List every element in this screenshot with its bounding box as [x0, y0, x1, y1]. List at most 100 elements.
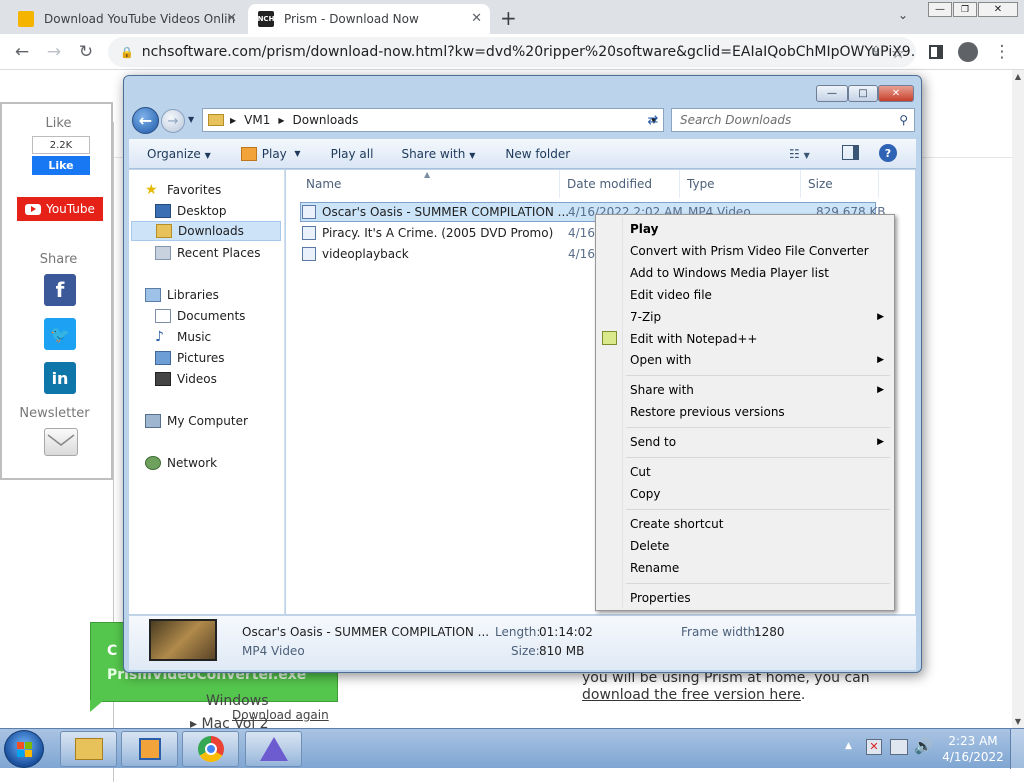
column-header-size[interactable]: Size [804, 170, 879, 198]
search-downloads-input[interactable]: Search Downloads ⚲ [671, 108, 915, 132]
back-nav-button[interactable]: ← [132, 107, 159, 134]
nav-libraries[interactable]: Libraries [145, 285, 219, 305]
newsletter-label: Newsletter [19, 406, 90, 421]
explorer-address-bar[interactable]: ▶ VM1 ▶ Downloads ▼ [202, 108, 664, 132]
back-arrow-icon[interactable]: ← [8, 38, 36, 66]
youtube-subscribe-button[interactable]: YouTube [17, 197, 103, 221]
file-name-videoplayback[interactable]: videoplayback [302, 244, 409, 264]
menu-item-edit-video[interactable]: Edit video file [630, 288, 712, 302]
nav-downloads[interactable]: Downloads [131, 221, 281, 241]
share-with-menu[interactable]: Share with ▼ [401, 147, 475, 161]
tab-prism-download[interactable]: NCH Prism - Download Now ✕ [248, 4, 490, 34]
facebook-share-icon[interactable]: f [44, 274, 76, 306]
close-tab-icon[interactable]: ✕ [226, 11, 237, 26]
clock-time[interactable]: 2:23 AM [940, 734, 1006, 748]
explorer-minimize-button[interactable]: — [816, 85, 848, 102]
menu-item-share-with[interactable]: Share with [630, 383, 694, 397]
tab-search-chevron-icon[interactable]: ⌄ [898, 8, 908, 22]
browser-toolbar: ← → ↻ 🔒 nchsoftware.com/prism/download-n… [0, 34, 1024, 70]
bookmark-star-icon[interactable]: ☆ [884, 38, 912, 66]
twitter-share-icon[interactable]: 🐦 [44, 318, 76, 350]
nav-pictures[interactable]: Pictures [155, 348, 225, 368]
nav-desktop[interactable]: Desktop [155, 201, 227, 221]
menu-item-properties[interactable]: Properties [630, 591, 691, 605]
tab-youtube-downloader[interactable]: Download YouTube Videos Onlin ✕ [8, 4, 245, 34]
share-label: Share [39, 252, 78, 267]
taskbar-chrome-button[interactable] [182, 731, 239, 767]
new-folder-button[interactable]: New folder [505, 147, 570, 161]
size-value: 810 MB [539, 644, 585, 658]
reload-icon[interactable]: ↻ [72, 38, 100, 66]
view-options-icon[interactable]: ☷ ▼ [789, 147, 810, 161]
close-tab-icon[interactable]: ✕ [471, 11, 482, 26]
play-all-button[interactable]: Play all [331, 147, 374, 161]
nav-my-computer[interactable]: My Computer [145, 411, 248, 431]
menu-item-create-shortcut[interactable]: Create shortcut [630, 517, 723, 531]
folder-icon [208, 114, 224, 126]
taskbar-explorer-button[interactable] [60, 731, 117, 767]
address-bar[interactable]: 🔒 nchsoftware.com/prism/download-now.htm… [108, 37, 916, 67]
page-scrollbar[interactable]: ▲ ▼ [1012, 70, 1024, 728]
explorer-close-button[interactable]: ✕ [878, 85, 914, 102]
menu-item-restore-versions[interactable]: Restore previous versions [630, 405, 785, 419]
clock-date[interactable]: 4/16/2022 [940, 750, 1006, 764]
menu-item-rename[interactable]: Rename [630, 561, 679, 575]
column-header-name[interactable]: Name [302, 170, 560, 198]
breadcrumb-vm1[interactable]: VM1 [244, 113, 270, 127]
refresh-icon[interactable]: ⇄ [642, 108, 664, 132]
linkedin-share-icon[interactable]: in [44, 362, 76, 394]
recent-pages-dropdown-icon[interactable]: ▼ [188, 115, 194, 124]
banner-letter: C [107, 643, 118, 659]
menu-item-convert-prism[interactable]: Convert with Prism Video File Converter [630, 244, 869, 258]
show-desktop-button[interactable] [1010, 729, 1024, 769]
nav-network[interactable]: Network [145, 453, 217, 473]
scroll-down-arrow-icon[interactable]: ▼ [1012, 717, 1024, 726]
menu-item-edit-notepad[interactable]: Edit with Notepad++ [630, 332, 757, 346]
taskbar-prism-button[interactable] [245, 731, 302, 767]
menu-item-add-wmp-list[interactable]: Add to Windows Media Player list [630, 266, 829, 280]
side-panel-icon[interactable] [922, 38, 950, 66]
taskbar-media-player-button[interactable] [121, 731, 178, 767]
nav-music[interactable]: ♪ Music [155, 327, 211, 347]
nav-videos[interactable]: Videos [155, 369, 217, 389]
volume-icon[interactable]: 🔊 [914, 737, 933, 755]
preview-pane-icon[interactable] [842, 145, 859, 160]
profile-avatar-icon[interactable] [954, 38, 982, 66]
menu-item-open-with[interactable]: Open with [630, 353, 691, 367]
maximize-button[interactable]: ❐ [953, 2, 977, 17]
mp4-file-icon [302, 226, 316, 240]
file-name-piracy[interactable]: Piracy. It's A Crime. (2005 DVD Promo) [302, 223, 553, 243]
minimize-button[interactable]: — [928, 2, 952, 17]
breadcrumb-downloads[interactable]: Downloads [293, 113, 359, 127]
forward-arrow-icon[interactable]: → [40, 38, 68, 66]
newsletter-envelope-icon[interactable] [44, 428, 78, 456]
nav-recent-places[interactable]: Recent Places [155, 243, 260, 263]
nav-documents[interactable]: Documents [155, 306, 245, 326]
search-icon[interactable]: ⚲ [899, 113, 908, 127]
show-hidden-icons-arrow[interactable]: ▲ [845, 741, 852, 751]
menu-item-send-to[interactable]: Send to [630, 435, 676, 449]
close-window-button[interactable]: ✕ [978, 2, 1018, 17]
facebook-like-button[interactable]: Like [32, 156, 90, 175]
play-menu[interactable]: Play ▼ [240, 146, 301, 161]
column-header-date[interactable]: Date modified [563, 170, 680, 198]
menu-item-cut[interactable]: Cut [630, 465, 651, 479]
menu-kebab-icon[interactable]: ⋮ [988, 38, 1016, 66]
column-header-type[interactable]: Type [683, 170, 801, 198]
scroll-up-arrow-icon[interactable]: ▲ [1012, 72, 1024, 81]
explorer-maximize-button[interactable]: □ [848, 85, 878, 102]
file-name-oscar[interactable]: Oscar's Oasis - SUMMER COMPILATION ... [302, 202, 569, 222]
nav-favorites[interactable]: ★ Favorites [145, 180, 221, 200]
new-tab-button[interactable]: + [500, 6, 517, 30]
download-free-link[interactable]: download the free version here [582, 687, 801, 703]
network-tray-icon[interactable] [890, 739, 908, 755]
menu-item-delete[interactable]: Delete [630, 539, 669, 553]
menu-item-play[interactable]: Play [630, 222, 658, 236]
organize-menu[interactable]: Organize ▼ [147, 147, 211, 161]
action-center-icon[interactable]: ✕ [866, 739, 882, 755]
menu-item-copy[interactable]: Copy [630, 487, 660, 501]
forward-nav-button[interactable]: → [161, 109, 185, 133]
start-button[interactable] [4, 730, 44, 768]
menu-item-7zip[interactable]: 7-Zip [630, 310, 661, 324]
help-icon[interactable]: ? [879, 144, 897, 162]
